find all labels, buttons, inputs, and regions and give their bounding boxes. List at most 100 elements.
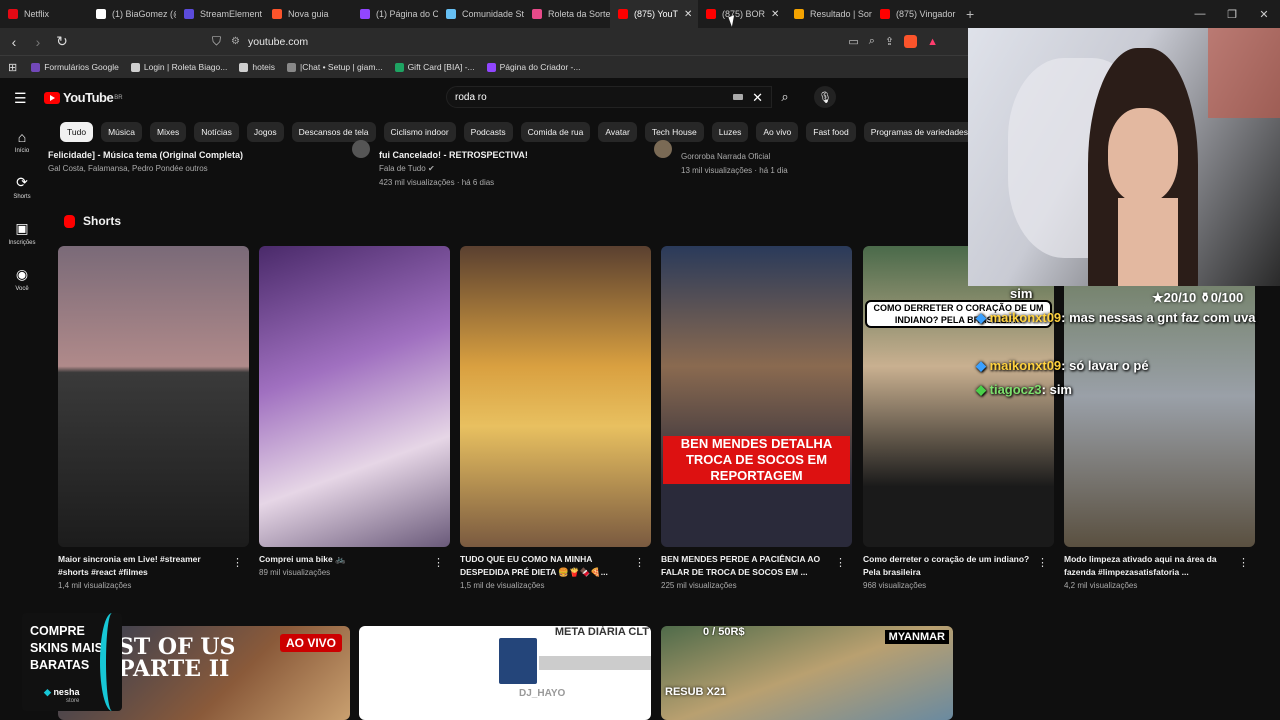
short-title[interactable]: Maior sincronia em Live! #streamer #shor… — [58, 553, 249, 579]
promo-banner: COMPRE SKINS MAIS BARATAS ◆ nesha store — [22, 613, 122, 711]
short-thumbnail[interactable] — [460, 246, 651, 547]
more-options-icon[interactable]: ⋮ — [634, 556, 645, 569]
more-options-icon[interactable]: ⋮ — [1238, 556, 1249, 569]
chat-badge-icon: ◆ — [976, 382, 986, 397]
bookmark-item[interactable]: Gift Card [BIA] -... — [394, 62, 475, 72]
guide-item[interactable]: ⌂ Início — [0, 118, 44, 164]
video-thumbnail[interactable]: 0 / 50R$ MYANMAR RESUB X21 — [661, 626, 953, 720]
bookmark-icon[interactable]: ⛉ — [212, 34, 221, 49]
short-thumbnail[interactable]: BEN MENDES DETALHA TROCA DE SOCOS EM REP… — [661, 246, 852, 547]
browser-tab[interactable]: (1) Página do C — [352, 0, 438, 28]
brave-shields-icon[interactable] — [904, 35, 918, 48]
more-options-icon[interactable]: ⋮ — [433, 556, 444, 569]
search-input[interactable]: roda ro ✕ — [446, 86, 772, 108]
short-views: 1,4 mil visualizações — [58, 581, 132, 590]
browser-tab[interactable]: (1) BiaGomez (@ — [88, 0, 176, 28]
short-title[interactable]: Comprei uma bike 🚲 — [259, 553, 450, 566]
bookmark-favicon-icon — [394, 62, 404, 72]
apps-grid-icon[interactable]: ⊞ — [8, 61, 17, 74]
chip-2[interactable]: Mixes — [150, 122, 187, 142]
chip-10[interactable]: Tech House — [644, 122, 704, 142]
new-tab-icon[interactable]: + — [966, 6, 974, 22]
chip-9[interactable]: Avatar — [598, 122, 637, 142]
back-icon[interactable]: ‹ — [4, 34, 24, 50]
browser-tab[interactable]: Resultado | Sor — [786, 0, 872, 28]
chip-14[interactable]: Programas de variedades — [863, 122, 970, 142]
url-field[interactable]: youtube.com — [248, 36, 308, 48]
chat-badge-icon: ◆ — [976, 358, 986, 373]
chip-3[interactable]: Notícias — [194, 122, 239, 142]
close-window-icon[interactable]: ✕ — [1248, 8, 1280, 21]
chip-8[interactable]: Comida de rua — [520, 122, 591, 142]
more-options-icon[interactable]: ⋮ — [232, 556, 243, 569]
window-controls: — ❐ ✕ — [1184, 0, 1280, 28]
share-icon[interactable]: ⇪ — [885, 35, 894, 48]
keyboard-icon[interactable] — [733, 94, 743, 100]
browser-tab[interactable]: (875) YouT ✕ — [610, 0, 698, 28]
short-title[interactable]: BEN MENDES PERDE A PACIÊNCIA AO FALAR DE… — [661, 553, 852, 579]
clear-search-icon[interactable]: ✕ — [752, 90, 763, 106]
tab-favicon-icon — [446, 9, 456, 19]
site-settings-icon[interactable]: ⚙ — [231, 36, 240, 47]
short-thumbnail[interactable] — [58, 246, 249, 547]
voice-search-button[interactable]: 🎙 — [814, 86, 836, 108]
browser-tab[interactable]: Netflix — [0, 0, 88, 28]
short-thumbnail[interactable] — [259, 246, 450, 547]
reload-icon[interactable]: ↻ — [52, 33, 72, 50]
forward-icon[interactable]: › — [28, 34, 48, 50]
short-views: 89 mil visualizações — [259, 568, 331, 577]
video-item[interactable]: Felicidade] - Música tema (Original Comp… — [48, 148, 243, 176]
bookmark-item[interactable]: Página do Criador -... — [486, 62, 580, 72]
short-item[interactable]: TUDO QUE EU COMO NA MINHA DESPEDIDA PRÉ … — [460, 246, 651, 590]
short-item[interactable]: Comprei uma bike 🚲 89 mil visualizações ⋮ — [259, 246, 450, 577]
short-title[interactable]: Como derreter o coração de um indiano? P… — [863, 553, 1054, 579]
browser-tab[interactable]: StreamElement — [176, 0, 264, 28]
menu-icon[interactable]: ☰ — [14, 90, 28, 107]
video-thumbnail[interactable]: META DIÁRIA CLT DJ_HAYO — [359, 626, 651, 720]
browser-tab[interactable]: Nova guia — [264, 0, 352, 28]
guide-item[interactable]: ▣ Inscrições — [0, 210, 44, 256]
more-options-icon[interactable]: ⋮ — [1037, 556, 1048, 569]
close-tab-icon[interactable]: ✕ — [765, 9, 779, 20]
cast-icon[interactable]: ▭ — [848, 35, 858, 48]
chip-4[interactable]: Jogos — [246, 122, 284, 142]
chip-11[interactable]: Luzes — [711, 122, 749, 142]
channel-avatar[interactable] — [654, 140, 672, 158]
zoom-icon[interactable]: ⌕ — [869, 35, 875, 48]
chip-6[interactable]: Ciclismo indoor — [383, 122, 456, 142]
youtube-logo[interactable]: YouTube BR — [44, 90, 123, 105]
browser-tab[interactable]: Roleta da Sorte — [524, 0, 610, 28]
browser-tab[interactable]: (875) BOR ✕ — [698, 0, 786, 28]
guide-item[interactable]: ⟳ Shorts — [0, 164, 44, 210]
tab-favicon-icon — [880, 9, 890, 19]
bookmark-item[interactable]: Login | Roleta Biago... — [130, 62, 227, 72]
chip-0[interactable]: Tudo — [60, 122, 94, 142]
short-views: 225 mil visualizações — [661, 581, 737, 590]
bookmark-item[interactable]: |Chat • Setup | giam... — [287, 62, 383, 72]
chip-12[interactable]: Ao vivo — [756, 122, 799, 142]
chip-7[interactable]: Podcasts — [463, 122, 513, 142]
bookmark-item[interactable]: Formulários Google — [31, 62, 119, 72]
browser-tab[interactable]: Comunidade St — [438, 0, 524, 28]
close-tab-icon[interactable]: ✕ — [678, 9, 692, 20]
video-item[interactable]: fui Cancelado! - RETROSPECTIVA! Fala de … — [379, 148, 528, 190]
channel-avatar[interactable] — [352, 140, 370, 158]
browser-tab[interactable]: (875) Vingador — [872, 0, 960, 28]
short-item[interactable]: BEN MENDES DETALHA TROCA DE SOCOS EM REP… — [661, 246, 852, 590]
video-item[interactable]: Gororoba Narrada Oficial 13 mil visualiz… — [681, 150, 788, 178]
youtube-header: ☰ YouTube BR roda ro ✕ ⌕ 🎙 — [0, 80, 968, 116]
more-options-icon[interactable]: ⋮ — [835, 556, 846, 569]
bookmark-item[interactable]: hoteis — [239, 62, 275, 72]
chat-message: ◆ tiagocz3: sim — [976, 382, 1072, 397]
chip-5[interactable]: Descansos de tela — [291, 122, 376, 142]
guide-item[interactable]: ◉ Você — [0, 256, 44, 302]
chip-13[interactable]: Fast food — [806, 122, 856, 142]
short-item[interactable]: Maior sincronia em Live! #streamer #shor… — [58, 246, 249, 590]
short-title[interactable]: TUDO QUE EU COMO NA MINHA DESPEDIDA PRÉ … — [460, 553, 651, 579]
chip-1[interactable]: Música — [101, 122, 142, 142]
rewards-icon[interactable]: ▲ — [927, 36, 938, 48]
search-button[interactable]: ⌕ — [772, 86, 798, 108]
minimize-icon[interactable]: — — [1184, 8, 1216, 20]
restore-icon[interactable]: ❐ — [1216, 8, 1248, 21]
short-title[interactable]: Modo limpeza ativado aqui na área da faz… — [1064, 553, 1255, 579]
